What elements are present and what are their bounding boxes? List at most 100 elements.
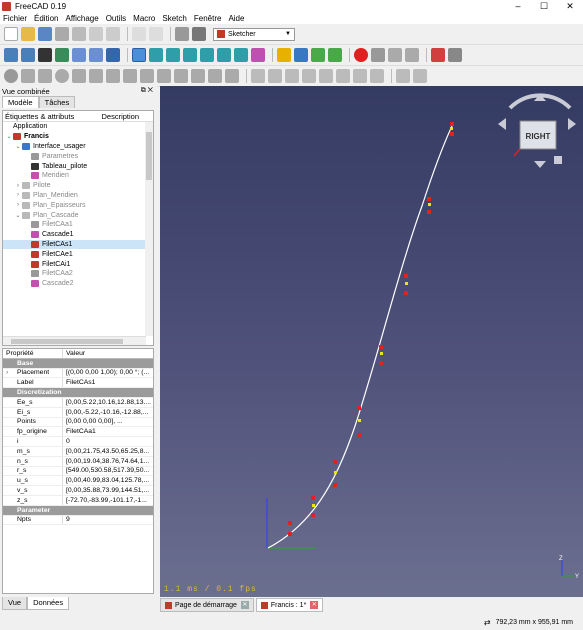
expand-arrow-icon[interactable]: › bbox=[14, 183, 22, 189]
measure-icon[interactable] bbox=[251, 48, 265, 62]
property-value[interactable]: FiletCAs1 bbox=[63, 379, 95, 386]
property-row[interactable]: u_s [0,00,40.99,83.04,125.78,... bbox=[3, 476, 153, 487]
cut-icon[interactable] bbox=[72, 27, 86, 41]
tree-item[interactable]: ⌄ Interface_usager bbox=[3, 142, 153, 152]
fillet-icon[interactable] bbox=[174, 69, 188, 83]
macro-record-icon[interactable] bbox=[354, 48, 368, 62]
tree-item[interactable]: ⌄ Plan_Cascade bbox=[3, 210, 153, 220]
tree-item[interactable]: Cascade1 bbox=[3, 230, 153, 240]
maximize-button[interactable]: ☐ bbox=[531, 0, 557, 12]
property-value[interactable]: FiletCAa1 bbox=[63, 428, 96, 435]
tree-item[interactable]: Application bbox=[3, 122, 153, 132]
external-geometry-icon[interactable] bbox=[225, 69, 239, 83]
fit-selection-icon[interactable] bbox=[21, 48, 35, 62]
tree-item[interactable]: FiletCAe1 bbox=[3, 249, 153, 259]
tree-item[interactable]: Meridien bbox=[3, 171, 153, 181]
copy-icon[interactable] bbox=[89, 27, 103, 41]
property-row[interactable]: v_s [0,00,35.88,73.99,144.51,... bbox=[3, 486, 153, 496]
point-icon[interactable] bbox=[4, 69, 18, 83]
close-button[interactable]: ✕ bbox=[557, 0, 583, 12]
tab-modele[interactable]: Modèle bbox=[2, 96, 39, 108]
extend-icon[interactable] bbox=[208, 69, 222, 83]
expand-arrow-icon[interactable]: › bbox=[14, 202, 22, 208]
property-row[interactable]: fp_origine FiletCAa1 bbox=[3, 427, 153, 438]
tree-item[interactable]: › Plan_Epaisseurs bbox=[3, 200, 153, 210]
menu-fichier[interactable]: Fichier bbox=[3, 14, 27, 23]
line-icon[interactable] bbox=[21, 69, 35, 83]
tree-item[interactable]: FiletCAa2 bbox=[3, 269, 153, 279]
whats-this-help-icon[interactable] bbox=[448, 48, 462, 62]
property-value[interactable]: [0,00,35.88,73.99,144.51,... bbox=[63, 487, 149, 494]
fit-all-icon[interactable] bbox=[4, 48, 18, 62]
property-row[interactable]: Npts 9 bbox=[3, 515, 153, 526]
save-as-icon[interactable] bbox=[55, 27, 69, 41]
whats-this-icon[interactable] bbox=[192, 27, 206, 41]
tree-item[interactable]: FiletCAa1 bbox=[3, 220, 153, 230]
trim-icon[interactable] bbox=[191, 69, 205, 83]
arc-icon[interactable] bbox=[38, 69, 52, 83]
bspline-icon[interactable] bbox=[89, 69, 103, 83]
property-row[interactable]: z_s [-72.70,-83.99,-101.17,-1... bbox=[3, 495, 153, 506]
part-icon[interactable] bbox=[277, 48, 291, 62]
link-actions-icon[interactable] bbox=[328, 48, 342, 62]
close-tab-icon[interactable]: ✕ bbox=[310, 601, 319, 609]
property-row[interactable]: m_s [0,00,21.75,43.50,65.25,8... bbox=[3, 446, 153, 457]
perpendicular-constraint-icon[interactable] bbox=[336, 69, 350, 83]
back-icon[interactable] bbox=[72, 48, 86, 62]
front-view-icon[interactable] bbox=[166, 48, 180, 62]
isometric-view-icon[interactable] bbox=[149, 48, 163, 62]
zoom-icon[interactable] bbox=[132, 48, 146, 62]
3d-viewport[interactable]: RIGHT Z Y 1.1 ms / 0.1 fps bbox=[160, 86, 583, 597]
property-value[interactable]: [(0,00 0,00 1,00); 0,00 °; (... bbox=[63, 369, 149, 376]
tree-header-labels[interactable]: Étiquettes & attributs bbox=[5, 112, 74, 121]
property-row[interactable]: Label FiletCAs1 bbox=[3, 378, 153, 389]
group-icon[interactable] bbox=[294, 48, 308, 62]
right-view-icon[interactable] bbox=[200, 48, 214, 62]
property-value[interactable]: [0,00,40.99,83.04,125.78,... bbox=[63, 477, 149, 484]
polyline-icon[interactable] bbox=[106, 69, 120, 83]
expand-arrow-icon[interactable]: ⌄ bbox=[14, 212, 22, 219]
paste-icon[interactable] bbox=[106, 27, 120, 41]
property-row[interactable]: Points [0,00 0,00 0,00], ... bbox=[3, 417, 153, 428]
macro-stop-icon[interactable] bbox=[371, 48, 385, 62]
draw-style-icon[interactable] bbox=[38, 48, 52, 62]
property-value[interactable]: 0 bbox=[63, 438, 70, 445]
menu-aide[interactable]: Aide bbox=[228, 14, 244, 23]
tab-taches[interactable]: Tâches bbox=[38, 96, 76, 108]
tree-item[interactable]: ⌄ Francis bbox=[3, 132, 153, 142]
tree-scrollbar[interactable] bbox=[145, 122, 153, 336]
workbench-selector[interactable]: Sketcher ▼ bbox=[213, 27, 295, 41]
property-group[interactable]: Discretization bbox=[3, 388, 153, 398]
rear-view-icon[interactable] bbox=[217, 48, 231, 62]
menu-macro[interactable]: Macro bbox=[133, 14, 155, 23]
top-view-icon[interactable] bbox=[183, 48, 197, 62]
conic-icon[interactable] bbox=[72, 69, 86, 83]
tab-vue[interactable]: Vue bbox=[2, 597, 28, 610]
expand-arrow-icon[interactable]: › bbox=[6, 369, 17, 376]
std-views-icon[interactable] bbox=[106, 48, 120, 62]
tab-francis[interactable]: Francis : 1* ✕ bbox=[255, 598, 324, 612]
expand-arrow-icon[interactable]: ⌄ bbox=[5, 133, 13, 140]
minimize-button[interactable]: – bbox=[505, 0, 531, 12]
property-value[interactable]: [549.00,530.58,517.39,50... bbox=[63, 467, 149, 474]
bounding-box-icon[interactable] bbox=[55, 48, 69, 62]
undock-close-icon[interactable]: ⧉ ✕ bbox=[141, 87, 153, 95]
save-icon[interactable] bbox=[38, 27, 52, 41]
menu-sketch[interactable]: Sketch bbox=[162, 14, 186, 23]
redo-icon[interactable] bbox=[149, 27, 163, 41]
expand-arrow-icon[interactable]: ⌄ bbox=[14, 143, 22, 150]
tab-donnees[interactable]: Données bbox=[27, 597, 70, 610]
tree-item[interactable]: Cascade2 bbox=[3, 279, 153, 289]
property-group[interactable]: Parameter bbox=[3, 505, 153, 516]
link-icon[interactable] bbox=[311, 48, 325, 62]
tangent-constraint-icon[interactable] bbox=[353, 69, 367, 83]
macro-edit-icon[interactable] bbox=[388, 48, 402, 62]
constraint-mode-icon[interactable] bbox=[396, 69, 410, 83]
refresh-icon[interactable] bbox=[175, 27, 189, 41]
menu-outils[interactable]: Outils bbox=[106, 14, 126, 23]
menu-affichage[interactable]: Affichage bbox=[65, 14, 98, 23]
vertical-constraint-icon[interactable] bbox=[302, 69, 316, 83]
tree-item[interactable]: › Plan_Meridien bbox=[3, 191, 153, 201]
rectangle-icon[interactable] bbox=[123, 69, 137, 83]
property-value[interactable]: [0,00,21.75,43.50,65.25,8... bbox=[63, 448, 149, 455]
